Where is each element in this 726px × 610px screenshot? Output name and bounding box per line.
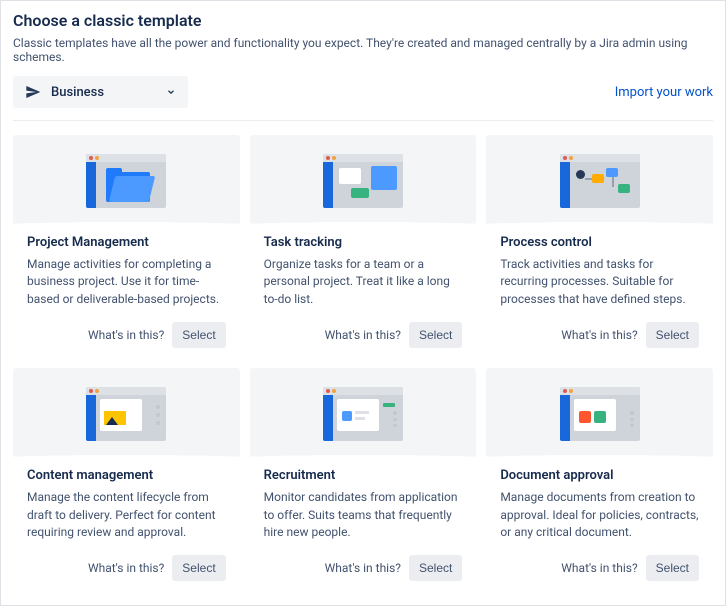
template-desc: Monitor candidates from application to o… — [264, 489, 463, 541]
template-desc: Organize tasks for a team or a personal … — [264, 256, 463, 308]
paper-plane-icon — [25, 84, 41, 100]
template-title: Document approval — [500, 468, 699, 483]
template-title: Content management — [27, 468, 226, 483]
whats-in-this-link[interactable]: What's in this? — [325, 561, 401, 575]
whats-in-this-link[interactable]: What's in this? — [325, 328, 401, 342]
import-link[interactable]: Import your work — [615, 85, 713, 100]
template-title: Process control — [500, 235, 699, 250]
template-title: Recruitment — [264, 468, 463, 483]
template-card-project-management: Project Management Manage activities for… — [13, 135, 240, 358]
controls-row: Business Import your work — [13, 76, 713, 108]
template-illustration — [13, 135, 240, 227]
template-card-recruitment: Recruitment Monitor candidates from appl… — [250, 368, 477, 591]
template-card-process-control: Process control Track activities and tas… — [486, 135, 713, 358]
template-desc: Manage activities for completing a busin… — [27, 256, 226, 308]
template-desc: Track activities and tasks for recurring… — [500, 256, 699, 308]
whats-in-this-link[interactable]: What's in this? — [88, 561, 164, 575]
template-illustration — [13, 368, 240, 460]
template-illustration — [486, 368, 713, 460]
template-illustration — [250, 368, 477, 460]
whats-in-this-link[interactable]: What's in this? — [561, 561, 637, 575]
template-picker-panel: Choose a classic template Classic templa… — [0, 0, 726, 606]
template-desc: Manage documents from creation to approv… — [500, 489, 699, 541]
select-button[interactable]: Select — [409, 322, 462, 348]
select-button[interactable]: Select — [172, 555, 225, 581]
template-title: Task tracking — [264, 235, 463, 250]
template-card-document-approval: Document approval Manage documents from … — [486, 368, 713, 591]
category-selected-label: Business — [51, 85, 156, 100]
divider — [13, 120, 713, 121]
template-card-content-management: Content management Manage the content li… — [13, 368, 240, 591]
template-desc: Manage the content lifecycle from draft … — [27, 489, 226, 541]
chevron-down-icon — [166, 87, 176, 97]
select-button[interactable]: Select — [646, 322, 699, 348]
template-illustration — [250, 135, 477, 227]
template-cards-grid: Project Management Manage activities for… — [13, 135, 713, 591]
template-illustration — [486, 135, 713, 227]
category-dropdown[interactable]: Business — [13, 76, 188, 108]
template-title: Project Management — [27, 235, 226, 250]
whats-in-this-link[interactable]: What's in this? — [561, 328, 637, 342]
select-button[interactable]: Select — [646, 555, 699, 581]
template-card-task-tracking: Task tracking Organize tasks for a team … — [250, 135, 477, 358]
page-title: Choose a classic template — [13, 11, 713, 30]
select-button[interactable]: Select — [172, 322, 225, 348]
page-subtitle: Classic templates have all the power and… — [13, 36, 713, 64]
select-button[interactable]: Select — [409, 555, 462, 581]
whats-in-this-link[interactable]: What's in this? — [88, 328, 164, 342]
header: Choose a classic template Classic templa… — [13, 11, 713, 64]
